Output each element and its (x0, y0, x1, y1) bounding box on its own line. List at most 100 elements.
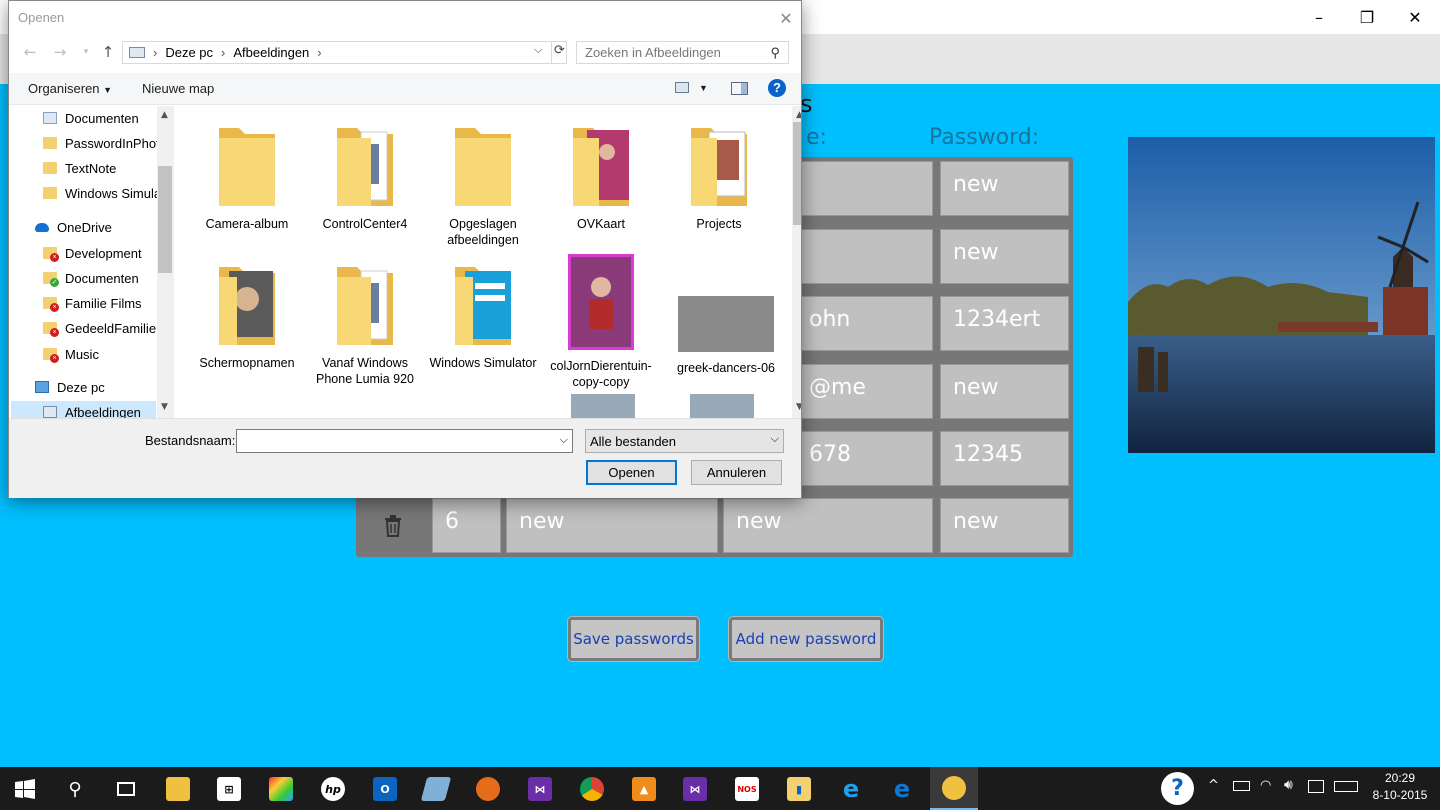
search-button[interactable]: ⚲ (51, 772, 99, 806)
scroll-up-icon[interactable]: ▲ (161, 110, 168, 120)
wifi-icon[interactable]: ◠ (1260, 778, 1271, 793)
visual-studio-2-taskbar-button[interactable]: ⋈ (671, 772, 719, 806)
sticky-taskbar-button[interactable]: ▮ (775, 772, 823, 806)
password-app-taskbar-button[interactable] (930, 767, 978, 810)
nav-item-music[interactable]: × Music (43, 343, 174, 365)
file-item[interactable]: OVKaart (546, 124, 656, 232)
nav-item-passwordinphoto[interactable]: PasswordInPhot (43, 132, 174, 154)
show-hidden-icons-chevron-icon[interactable]: ^ (1208, 778, 1219, 793)
password-field[interactable]: 1234ert (940, 296, 1069, 351)
clock-time: 20:29 (1384, 771, 1416, 785)
nav-item-documenten-onedrive[interactable]: ✓ Documenten (43, 267, 174, 289)
recent-chevron-icon[interactable]: ▾ (75, 41, 97, 63)
hp-taskbar-button[interactable]: hp (309, 772, 357, 806)
username-field[interactable] (796, 229, 933, 284)
nav-item-familie-films[interactable]: × Familie Films (43, 292, 174, 314)
delete-button[interactable] (368, 498, 418, 553)
outlook-taskbar-button[interactable]: O (361, 772, 409, 806)
volume-icon[interactable]: 🔊︎ (1284, 777, 1293, 793)
username-field[interactable]: ohn (796, 296, 933, 351)
scroll-up-icon[interactable]: ▲ (796, 110, 801, 120)
address-bar[interactable]: › Deze pc › Afbeeldingen › ⌵ ⟳ (122, 41, 567, 64)
filename-dropdown-icon[interactable]: ⌵ (560, 433, 568, 447)
forward-arrow-icon[interactable]: → (49, 41, 71, 63)
maximize-button[interactable]: ❐ (1344, 0, 1390, 34)
store-taskbar-button[interactable]: ⊞ (205, 772, 253, 806)
new-folder-button[interactable]: Nieuwe map (142, 81, 214, 96)
site-field[interactable]: new (506, 498, 718, 553)
password-field[interactable]: new (940, 161, 1069, 216)
dialog-close-button[interactable]: ✕ (773, 7, 799, 29)
nav-item-windows-simulator[interactable]: Windows Simula (43, 182, 174, 204)
internet-explorer-taskbar-button[interactable]: e (827, 772, 875, 806)
cancel-button[interactable]: Annuleren (691, 460, 782, 485)
open-button[interactable]: Openen (586, 460, 677, 485)
preview-pane-icon[interactable] (731, 82, 748, 95)
nav-item-afbeeldingen[interactable]: Afbeeldingen (11, 401, 156, 418)
username-field[interactable]: new (723, 498, 933, 553)
username-field[interactable]: 678 (796, 431, 933, 486)
file-item[interactable]: Schermopnamen (192, 263, 302, 371)
keyboard-icon[interactable] (1334, 781, 1358, 792)
nos-taskbar-button[interactable]: NOS (723, 772, 771, 806)
scroll-thumb[interactable] (158, 166, 172, 273)
file-item[interactable]: Projects (664, 124, 774, 232)
nav-item-gedeeldfamilie[interactable]: × GedeeldFamilie (43, 317, 174, 339)
filename-input[interactable]: ⌵ (236, 429, 573, 453)
refresh-icon[interactable]: ⟳ (551, 42, 567, 63)
help-icon[interactable]: ? (768, 79, 786, 97)
file-item[interactable]: colJornDierentuin-copy-copy (546, 254, 656, 390)
file-list-scrollbar[interactable]: ▲ ▼ (792, 106, 801, 418)
file-type-select[interactable]: Alle bestanden ⌵ (585, 429, 784, 453)
scroll-down-icon[interactable]: ▼ (796, 402, 801, 412)
scroll-thumb[interactable] (793, 122, 801, 225)
id-field[interactable]: 6 (432, 498, 501, 553)
username-field[interactable]: @me (796, 364, 933, 419)
battery-icon[interactable] (1233, 781, 1250, 791)
organize-menu[interactable]: Organiseren ▼ (28, 81, 112, 96)
chrome-taskbar-button[interactable] (568, 772, 616, 806)
file-item[interactable]: greek-dancers-06 (671, 296, 781, 376)
paint-taskbar-button[interactable] (257, 772, 305, 806)
visual-studio-taskbar-button[interactable]: ⋈ (516, 772, 564, 806)
help-icon[interactable]: ? (1161, 772, 1194, 805)
file-explorer-taskbar-button[interactable] (154, 772, 202, 806)
edge-taskbar-button[interactable]: e (878, 772, 926, 806)
file-item[interactable]: Camera-album (192, 124, 302, 232)
action-center-icon[interactable] (1308, 780, 1324, 793)
search-input[interactable]: Zoeken in Afbeeldingen ⚲ (576, 41, 789, 64)
view-options-icon[interactable] (675, 82, 689, 93)
close-button[interactable]: ✕ (1392, 0, 1438, 34)
nav-item-this-pc[interactable]: Deze pc (35, 376, 174, 398)
back-arrow-icon[interactable]: ← (19, 41, 41, 63)
vlc-taskbar-button[interactable]: ▲ (620, 772, 668, 806)
breadcrumb-this-pc[interactable]: Deze pc (165, 45, 213, 60)
up-arrow-icon[interactable]: ↑ (97, 41, 119, 63)
password-field[interactable]: new (940, 364, 1069, 419)
nav-item-documenten[interactable]: Documenten (43, 107, 174, 129)
file-item[interactable]: Opgeslagen afbeeldingen (428, 124, 538, 248)
password-field[interactable]: 12345 (940, 431, 1069, 486)
minimize-button[interactable]: – (1296, 0, 1342, 34)
address-dropdown-icon[interactable]: ⌵ (534, 44, 542, 57)
notes-taskbar-button[interactable] (412, 772, 460, 806)
system-clock[interactable]: 20:29 8-10-2015 (1366, 770, 1434, 804)
file-item[interactable]: ControlCenter4 (310, 124, 420, 232)
file-item[interactable]: Windows Simulator (428, 263, 538, 371)
nav-scrollbar[interactable]: ▲ ▼ (157, 106, 174, 418)
file-item[interactable]: Vanaf Windows Phone Lumia 920 (310, 263, 420, 387)
start-button[interactable] (1, 772, 49, 806)
nav-item-onedrive[interactable]: OneDrive (35, 216, 174, 238)
breadcrumb-pictures[interactable]: Afbeeldingen (233, 45, 309, 60)
firefox-taskbar-button[interactable] (464, 772, 512, 806)
scroll-down-icon[interactable]: ▼ (161, 402, 168, 412)
add-new-password-button[interactable]: Add new password (729, 617, 883, 661)
password-field[interactable]: new (940, 229, 1069, 284)
task-view-button[interactable] (102, 772, 150, 806)
nav-item-development[interactable]: × Development (43, 242, 174, 264)
save-passwords-button[interactable]: Save passwords (568, 617, 699, 661)
password-field[interactable]: new (940, 498, 1069, 553)
view-dropdown-icon[interactable]: ▼ (699, 83, 708, 93)
username-field[interactable] (796, 161, 933, 216)
nav-item-textnote[interactable]: TextNote (43, 157, 174, 179)
